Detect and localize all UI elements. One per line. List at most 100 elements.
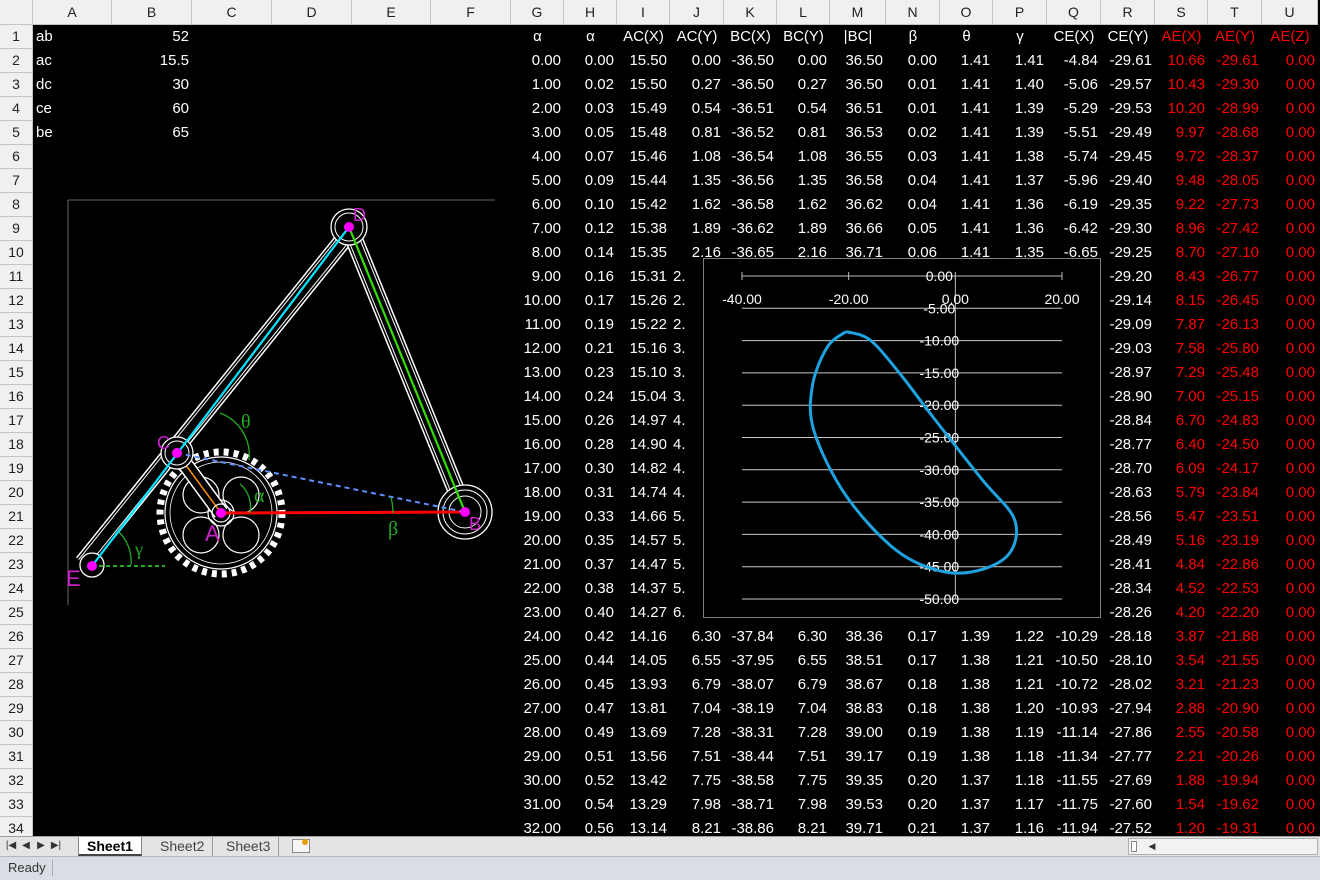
column-header-d[interactable]: D <box>272 0 352 25</box>
param-value-cell[interactable]: 15.5 <box>112 49 192 73</box>
column-header-s[interactable]: S <box>1155 0 1208 25</box>
table-cell[interactable]: -27.60 <box>1101 793 1155 817</box>
table-cell[interactable]: 29.00 <box>511 745 564 769</box>
table-header-cell[interactable]: CE(X) <box>1047 25 1101 49</box>
table-cell[interactable]: 0.17 <box>886 649 940 673</box>
table-cell[interactable]: -23.51 <box>1208 505 1262 529</box>
table-cell[interactable]: 1.17 <box>993 793 1047 817</box>
table-cell[interactable]: 7.51 <box>670 745 724 769</box>
table-cell[interactable]: 36.50 <box>830 73 886 97</box>
row-header-18[interactable]: 18 <box>0 433 33 457</box>
table-cell[interactable]: -38.44 <box>724 745 777 769</box>
table-cell[interactable]: 0.27 <box>777 73 830 97</box>
table-cell[interactable]: 1.39 <box>993 121 1047 145</box>
table-cell[interactable]: 9.48 <box>1155 169 1208 193</box>
table-cell[interactable]: 7.28 <box>670 721 724 745</box>
row-header-4[interactable]: 4 <box>0 97 33 121</box>
table-cell[interactable]: -38.71 <box>724 793 777 817</box>
table-cell[interactable]: -28.41 <box>1101 553 1155 577</box>
table-cell[interactable]: -28.02 <box>1101 673 1155 697</box>
table-cell[interactable]: -25.48 <box>1208 361 1262 385</box>
row-header-10[interactable]: 10 <box>0 241 33 265</box>
table-cell[interactable]: 6.70 <box>1155 409 1208 433</box>
table-cell[interactable]: 10.20 <box>1155 97 1208 121</box>
table-cell[interactable]: 2.21 <box>1155 745 1208 769</box>
row-header-32[interactable]: 32 <box>0 769 33 793</box>
row-header-12[interactable]: 12 <box>0 289 33 313</box>
table-cell[interactable]: -10.50 <box>1047 649 1101 673</box>
table-cell[interactable]: 0.00 <box>670 49 724 73</box>
table-cell[interactable]: 0.00 <box>1262 145 1318 169</box>
table-cell[interactable]: -27.42 <box>1208 217 1262 241</box>
table-cell[interactable]: 0.00 <box>1262 313 1318 337</box>
table-cell[interactable]: -10.72 <box>1047 673 1101 697</box>
table-cell[interactable]: 0.52 <box>564 769 617 793</box>
table-cell[interactable]: 15.26 <box>617 289 670 313</box>
param-name-cell[interactable]: dc <box>33 73 112 97</box>
row-header-9[interactable]: 9 <box>0 217 33 241</box>
table-cell[interactable]: 21.00 <box>511 553 564 577</box>
table-cell[interactable]: -5.29 <box>1047 97 1101 121</box>
table-cell[interactable]: 4.84 <box>1155 553 1208 577</box>
table-cell[interactable]: 0.00 <box>1262 457 1318 481</box>
table-cell[interactable]: 8.15 <box>1155 289 1208 313</box>
table-header-cell[interactable]: α <box>564 25 617 49</box>
table-cell[interactable]: 0.45 <box>564 673 617 697</box>
table-cell[interactable]: 1.36 <box>993 193 1047 217</box>
table-cell[interactable]: 1.18 <box>993 745 1047 769</box>
table-cell[interactable]: 1.38 <box>940 697 993 721</box>
row-header-7[interactable]: 7 <box>0 169 33 193</box>
table-cell[interactable]: 12.00 <box>511 337 564 361</box>
table-cell[interactable]: -11.34 <box>1047 745 1101 769</box>
table-cell[interactable]: 14.00 <box>511 385 564 409</box>
table-cell[interactable]: 3.21 <box>1155 673 1208 697</box>
table-cell[interactable]: 0.00 <box>1262 241 1318 265</box>
table-cell[interactable]: -26.13 <box>1208 313 1262 337</box>
table-cell[interactable]: 1.18 <box>993 769 1047 793</box>
column-header-i[interactable]: I <box>617 0 670 25</box>
table-cell[interactable]: 15.38 <box>617 217 670 241</box>
table-cell[interactable]: -36.52 <box>724 121 777 145</box>
table-cell[interactable]: 8.21 <box>670 817 724 836</box>
row-header-25[interactable]: 25 <box>0 601 33 625</box>
table-cell[interactable]: 15.10 <box>617 361 670 385</box>
row-header-34[interactable]: 34 <box>0 817 33 836</box>
table-cell[interactable]: 15.48 <box>617 121 670 145</box>
table-cell[interactable]: 1.39 <box>940 625 993 649</box>
table-cell[interactable]: 4.00 <box>511 145 564 169</box>
table-cell[interactable]: -4.84 <box>1047 49 1101 73</box>
table-cell[interactable]: -27.94 <box>1101 697 1155 721</box>
table-cell[interactable]: 0.18 <box>886 697 940 721</box>
table-cell[interactable]: 1.88 <box>1155 769 1208 793</box>
table-cell[interactable]: 7.98 <box>670 793 724 817</box>
table-cell[interactable]: 5.47 <box>1155 505 1208 529</box>
table-cell[interactable]: 24.00 <box>511 625 564 649</box>
table-cell[interactable]: 36.51 <box>830 97 886 121</box>
column-header-g[interactable]: G <box>511 0 564 25</box>
table-cell[interactable]: 0.04 <box>886 169 940 193</box>
row-header-5[interactable]: 5 <box>0 121 33 145</box>
table-cell[interactable]: -38.31 <box>724 721 777 745</box>
table-cell[interactable]: -28.26 <box>1101 601 1155 625</box>
row-header-23[interactable]: 23 <box>0 553 33 577</box>
table-cell[interactable]: 8.43 <box>1155 265 1208 289</box>
column-header-m[interactable]: M <box>830 0 886 25</box>
table-cell[interactable]: 0.44 <box>564 649 617 673</box>
table-cell[interactable]: -28.77 <box>1101 433 1155 457</box>
table-cell[interactable]: 0.00 <box>1262 721 1318 745</box>
table-cell[interactable]: 1.35 <box>670 169 724 193</box>
table-cell[interactable]: 14.66 <box>617 505 670 529</box>
column-header-r[interactable]: R <box>1101 0 1155 25</box>
table-cell[interactable]: 0.17 <box>886 625 940 649</box>
table-cell[interactable]: -29.35 <box>1101 193 1155 217</box>
table-cell[interactable]: 0.16 <box>564 265 617 289</box>
table-cell[interactable]: 5.00 <box>511 169 564 193</box>
table-cell[interactable]: 15.50 <box>617 49 670 73</box>
table-cell[interactable]: 0.28 <box>564 433 617 457</box>
table-cell[interactable]: 36.62 <box>830 193 886 217</box>
table-cell[interactable]: 0.27 <box>670 73 724 97</box>
table-cell[interactable]: 0.05 <box>886 217 940 241</box>
table-cell[interactable]: 1.37 <box>940 769 993 793</box>
table-cell[interactable]: 7.04 <box>670 697 724 721</box>
table-cell[interactable]: 0.54 <box>777 97 830 121</box>
